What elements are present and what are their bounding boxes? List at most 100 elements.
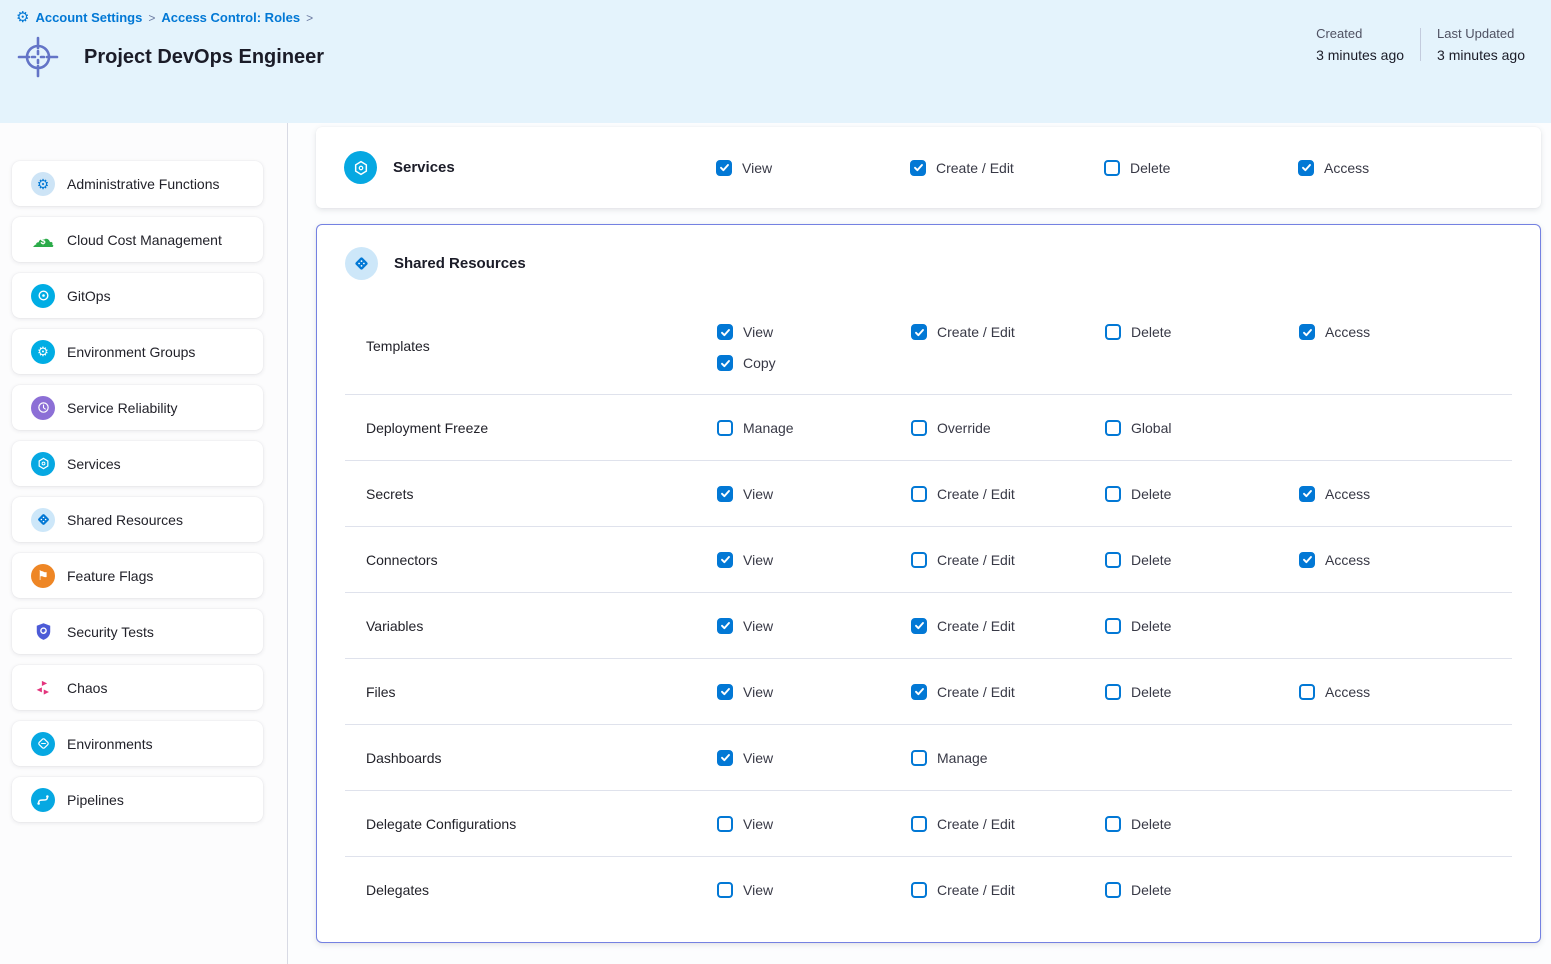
- unchecked-checkbox[interactable]: [911, 420, 927, 436]
- permission-view[interactable]: View: [717, 882, 911, 898]
- checked-checkbox[interactable]: [1299, 486, 1315, 502]
- permission-delete[interactable]: Delete: [1104, 160, 1298, 176]
- checked-checkbox[interactable]: [911, 618, 927, 634]
- permission-view[interactable]: View: [717, 816, 911, 832]
- sidebar-item-label: GitOps: [67, 288, 111, 304]
- unchecked-checkbox[interactable]: [911, 552, 927, 568]
- sidebar-item-chaos[interactable]: Chaos: [12, 665, 263, 710]
- sidebar-item-services[interactable]: Services: [12, 441, 263, 486]
- unchecked-checkbox[interactable]: [1105, 618, 1121, 634]
- checked-checkbox[interactable]: [717, 324, 733, 340]
- permission-create-edit[interactable]: Create / Edit: [911, 882, 1105, 898]
- breadcrumb-access-control-roles[interactable]: Access Control: Roles: [161, 10, 300, 25]
- permission-access[interactable]: Access: [1299, 324, 1512, 340]
- admin-gear-icon: ⚙︎: [31, 172, 55, 196]
- permission-label: Access: [1325, 486, 1370, 502]
- permission-delete[interactable]: Delete: [1105, 618, 1299, 634]
- unchecked-checkbox[interactable]: [1299, 684, 1315, 700]
- unchecked-checkbox[interactable]: [717, 882, 733, 898]
- permission-delete[interactable]: Delete: [1105, 552, 1299, 568]
- permission-copy[interactable]: Copy: [717, 355, 911, 371]
- checked-checkbox[interactable]: [717, 486, 733, 502]
- permission-delete[interactable]: Delete: [1105, 486, 1299, 502]
- sidebar-item-shared-resources[interactable]: Shared Resources: [12, 497, 263, 542]
- permission-view[interactable]: View: [717, 618, 911, 634]
- permission-create-edit[interactable]: Create / Edit: [911, 324, 1105, 340]
- permission-view[interactable]: View: [717, 684, 911, 700]
- unchecked-checkbox[interactable]: [1105, 420, 1121, 436]
- sidebar-item-environments[interactable]: Environments: [12, 721, 263, 766]
- permission-cell: View: [716, 160, 910, 176]
- sidebar-item-administrative-functions[interactable]: ⚙︎Administrative Functions: [12, 161, 263, 206]
- permission-create-edit[interactable]: Create / Edit: [911, 486, 1105, 502]
- sidebar-item-service-reliability[interactable]: Service Reliability: [12, 385, 263, 430]
- shared-resources-icon: [345, 247, 378, 280]
- created-value: 3 minutes ago: [1316, 47, 1404, 63]
- checked-checkbox[interactable]: [717, 684, 733, 700]
- checked-checkbox[interactable]: [717, 355, 733, 371]
- unchecked-checkbox[interactable]: [717, 816, 733, 832]
- permission-view[interactable]: View: [717, 486, 911, 502]
- permission-label: View: [743, 750, 773, 766]
- unchecked-checkbox[interactable]: [1105, 324, 1121, 340]
- unchecked-checkbox[interactable]: [1105, 816, 1121, 832]
- checked-checkbox[interactable]: [717, 750, 733, 766]
- cloud-dollar-icon: ☁$: [31, 228, 55, 252]
- sidebar-item-cloud-cost-management[interactable]: ☁$Cloud Cost Management: [12, 217, 263, 262]
- breadcrumb-account-settings[interactable]: Account Settings: [35, 10, 142, 25]
- unchecked-checkbox[interactable]: [911, 486, 927, 502]
- permission-delete[interactable]: Delete: [1105, 882, 1299, 898]
- unchecked-checkbox[interactable]: [911, 816, 927, 832]
- sidebar-item-security-tests[interactable]: Security Tests: [12, 609, 263, 654]
- permission-global[interactable]: Global: [1105, 420, 1299, 436]
- permission-label: Delete: [1131, 486, 1171, 502]
- sidebar-item-gitops[interactable]: GitOps: [12, 273, 263, 318]
- permission-cell: View: [717, 486, 911, 502]
- sidebar-item-pipelines[interactable]: Pipelines: [12, 777, 263, 822]
- permission-manage[interactable]: Manage: [911, 750, 1105, 766]
- permission-delete[interactable]: Delete: [1105, 816, 1299, 832]
- checked-checkbox[interactable]: [717, 618, 733, 634]
- checked-checkbox[interactable]: [1298, 160, 1314, 176]
- checked-checkbox[interactable]: [910, 160, 926, 176]
- permission-access[interactable]: Access: [1299, 684, 1512, 700]
- permission-access[interactable]: Access: [1299, 552, 1512, 568]
- unchecked-checkbox[interactable]: [717, 420, 733, 436]
- created-block: Created 3 minutes ago: [1300, 26, 1420, 63]
- permission-delete[interactable]: Delete: [1105, 324, 1299, 340]
- permission-cell: Create / Edit: [910, 160, 1104, 176]
- checked-checkbox[interactable]: [716, 160, 732, 176]
- unchecked-checkbox[interactable]: [1105, 486, 1121, 502]
- permission-override[interactable]: Override: [911, 420, 1105, 436]
- unchecked-checkbox[interactable]: [911, 882, 927, 898]
- checked-checkbox[interactable]: [717, 552, 733, 568]
- permission-create-edit[interactable]: Create / Edit: [911, 816, 1105, 832]
- permission-manage[interactable]: Manage: [717, 420, 911, 436]
- permission-delete[interactable]: Delete: [1105, 684, 1299, 700]
- checked-checkbox[interactable]: [1299, 552, 1315, 568]
- permission-view[interactable]: View: [717, 750, 911, 766]
- sidebar-item-feature-flags[interactable]: ⚑Feature Flags: [12, 553, 263, 598]
- permission-view[interactable]: View: [717, 324, 911, 340]
- permission-create-edit[interactable]: Create / Edit: [911, 552, 1105, 568]
- settings-gear-icon: ⚙︎: [16, 10, 29, 25]
- checked-checkbox[interactable]: [1299, 324, 1315, 340]
- permission-view[interactable]: View: [717, 552, 911, 568]
- permission-access[interactable]: Access: [1298, 160, 1513, 176]
- sidebar-item-environment-groups[interactable]: ⚙︎Environment Groups: [12, 329, 263, 374]
- permission-create-edit[interactable]: Create / Edit: [911, 618, 1105, 634]
- permission-view[interactable]: View: [716, 160, 910, 176]
- permission-create-edit[interactable]: Create / Edit: [910, 160, 1104, 176]
- unchecked-checkbox[interactable]: [1105, 882, 1121, 898]
- unchecked-checkbox[interactable]: [911, 750, 927, 766]
- gitops-icon: [31, 284, 55, 308]
- unchecked-checkbox[interactable]: [1105, 552, 1121, 568]
- checked-checkbox[interactable]: [911, 324, 927, 340]
- permission-access[interactable]: Access: [1299, 486, 1512, 502]
- unchecked-checkbox[interactable]: [1105, 684, 1121, 700]
- permission-row-dashboards: DashboardsViewManage: [345, 724, 1512, 790]
- permission-cell: View: [717, 684, 911, 700]
- checked-checkbox[interactable]: [911, 684, 927, 700]
- unchecked-checkbox[interactable]: [1104, 160, 1120, 176]
- permission-create-edit[interactable]: Create / Edit: [911, 684, 1105, 700]
